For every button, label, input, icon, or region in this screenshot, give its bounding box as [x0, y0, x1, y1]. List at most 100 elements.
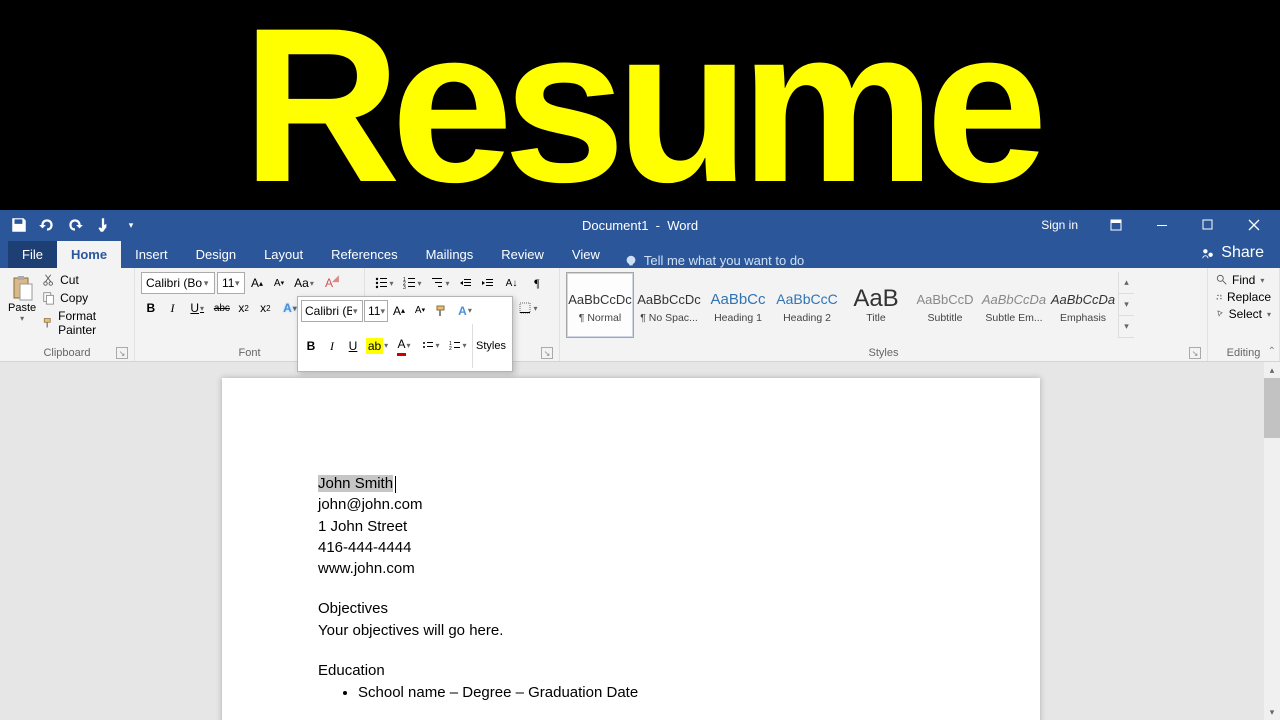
save-button[interactable]: [10, 216, 28, 234]
increase-indent-button[interactable]: [477, 272, 497, 294]
tab-file[interactable]: File: [8, 241, 57, 268]
styles-scroll: ▴▾▾: [1118, 272, 1134, 338]
replace-label: Replace: [1227, 290, 1271, 304]
paragraph-dialog-launcher[interactable]: ↘: [541, 347, 553, 359]
mini-font-size-combo[interactable]: 11▾: [364, 300, 388, 322]
numbering-button[interactable]: 123▾: [399, 272, 425, 294]
style-preview: AaBbCcDa: [1051, 286, 1115, 312]
maximize-button[interactable]: [1188, 210, 1228, 240]
style-subtleem[interactable]: AaBbCcDaSubtle Em...: [980, 272, 1048, 338]
doc-education-item[interactable]: School name – Degree – Graduation Date: [358, 683, 944, 703]
select-button[interactable]: Select▾: [1214, 306, 1273, 322]
mini-underline-button[interactable]: U: [343, 335, 363, 357]
tab-review[interactable]: Review: [487, 241, 558, 268]
scroll-thumb[interactable]: [1264, 378, 1280, 438]
styles-up-button[interactable]: ▴: [1119, 272, 1134, 294]
tab-design[interactable]: Design: [182, 241, 250, 268]
mini-italic-button[interactable]: I: [322, 335, 342, 357]
tab-view[interactable]: View: [558, 241, 614, 268]
shrink-font-button[interactable]: A▾: [269, 272, 289, 294]
font-name-combo[interactable]: Calibri (Body)▾: [141, 272, 215, 294]
tab-insert[interactable]: Insert: [121, 241, 182, 268]
minimize-button[interactable]: [1142, 210, 1182, 240]
grow-font-button[interactable]: A▴: [247, 272, 267, 294]
touch-mode-button[interactable]: [94, 216, 112, 234]
tab-mailings[interactable]: Mailings: [412, 241, 488, 268]
doc-website-line[interactable]: www.john.com: [318, 559, 944, 579]
style-title[interactable]: AaBTitle: [842, 272, 910, 338]
mini-font-color-button[interactable]: A▾: [391, 335, 417, 357]
doc-education-heading[interactable]: Education: [318, 661, 944, 681]
tab-layout[interactable]: Layout: [250, 241, 317, 268]
superscript-button[interactable]: x2: [255, 297, 275, 319]
doc-address-line[interactable]: 1 John Street: [318, 517, 944, 537]
borders-button[interactable]: ▾: [515, 297, 541, 319]
doc-name-line[interactable]: John Smith: [318, 474, 944, 494]
bold-button[interactable]: B: [141, 297, 161, 319]
style-nospac[interactable]: AaBbCcDc¶ No Spac...: [635, 272, 703, 338]
vertical-scrollbar[interactable]: ▴ ▾: [1264, 362, 1280, 720]
bullets-button[interactable]: ▾: [371, 272, 397, 294]
mini-bold-button[interactable]: B: [301, 335, 321, 357]
show-marks-button[interactable]: ¶: [527, 272, 547, 294]
close-button[interactable]: [1234, 210, 1274, 240]
window-title: Document1 - Word: [582, 218, 698, 233]
ribbon-display-button[interactable]: [1096, 210, 1136, 240]
style-normal[interactable]: AaBbCcDc¶ Normal: [566, 272, 634, 338]
redo-button[interactable]: [66, 216, 84, 234]
underline-button[interactable]: U▾: [184, 297, 210, 319]
style-name: Emphasis: [1060, 312, 1106, 324]
style-heading2[interactable]: AaBbCcCHeading 2: [773, 272, 841, 338]
styles-dialog-launcher[interactable]: ↘: [1189, 347, 1201, 359]
doc-email-line[interactable]: john@john.com: [318, 495, 944, 515]
strikethrough-button[interactable]: abc: [212, 297, 232, 319]
mini-grow-font-button[interactable]: A▴: [389, 300, 409, 322]
style-name: Subtitle: [927, 312, 962, 324]
format-painter-button[interactable]: Format Painter: [40, 308, 128, 338]
styles-down-button[interactable]: ▾: [1119, 294, 1134, 316]
doc-title: Document1: [582, 218, 648, 233]
scroll-up-button[interactable]: ▴: [1264, 362, 1280, 378]
clear-formatting-button[interactable]: A◢: [319, 272, 339, 294]
style-emphasis[interactable]: AaBbCcDaEmphasis: [1049, 272, 1117, 338]
sort-button[interactable]: A↓: [499, 272, 525, 294]
font-size-combo[interactable]: 11▾: [217, 272, 245, 294]
italic-button[interactable]: I: [163, 297, 183, 319]
multilevel-button[interactable]: ▾: [427, 272, 453, 294]
change-case-button[interactable]: Aa▾: [291, 272, 317, 294]
replace-button[interactable]: abReplace: [1214, 289, 1273, 305]
style-subtitle[interactable]: AaBbCcDSubtitle: [911, 272, 979, 338]
mini-shrink-font-button[interactable]: A▾: [410, 300, 430, 322]
doc-objectives-heading[interactable]: Objectives: [318, 599, 944, 619]
collapse-ribbon-button[interactable]: ⌃: [1268, 346, 1276, 357]
mini-numbering-button[interactable]: 12▾: [445, 335, 471, 357]
mini-styles-dropdown-button[interactable]: A▾: [452, 300, 478, 322]
doc-phone-line[interactable]: 416-444-4444: [318, 538, 944, 558]
tab-references[interactable]: References: [317, 241, 411, 268]
tab-home[interactable]: Home: [57, 241, 121, 268]
tellme-search[interactable]: Tell me what you want to do: [614, 253, 814, 268]
share-button[interactable]: Share: [1185, 238, 1280, 268]
undo-button[interactable]: [38, 216, 56, 234]
mini-styles-label[interactable]: Styles: [472, 324, 509, 368]
mini-highlight-button[interactable]: ab▾: [364, 335, 390, 357]
document-page[interactable]: Calibri (Bod▾ 11▾ A▴ A▾ A▾ B I U ab▾ A▾ …: [222, 378, 1040, 720]
clipboard-dialog-launcher[interactable]: ↘: [116, 347, 128, 359]
styles-more-button[interactable]: ▾: [1119, 316, 1134, 338]
doc-objectives-text[interactable]: Your objectives will go here.: [318, 621, 944, 641]
mini-bullets-button[interactable]: ▾: [418, 335, 444, 357]
signin-link[interactable]: Sign in: [1029, 218, 1090, 232]
subscript-button[interactable]: x2: [234, 297, 254, 319]
doc-education-list[interactable]: School name – Degree – Graduation Date: [318, 683, 944, 703]
cut-button[interactable]: Cut: [40, 272, 128, 288]
qat-customize-button[interactable]: ▾: [122, 216, 140, 234]
mini-format-painter-button[interactable]: [431, 300, 451, 322]
style-preview: AaBbCc: [710, 286, 765, 312]
style-heading1[interactable]: AaBbCcHeading 1: [704, 272, 772, 338]
copy-button[interactable]: Copy: [40, 290, 128, 306]
decrease-indent-button[interactable]: [455, 272, 475, 294]
find-button[interactable]: Find▾: [1214, 272, 1273, 288]
mini-font-name-combo[interactable]: Calibri (Bod▾: [301, 300, 363, 322]
scroll-down-button[interactable]: ▾: [1264, 704, 1280, 720]
paste-button[interactable]: Paste ▾: [6, 272, 38, 338]
